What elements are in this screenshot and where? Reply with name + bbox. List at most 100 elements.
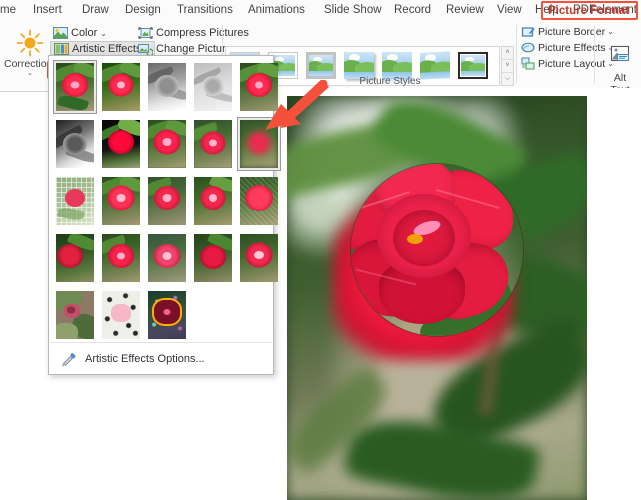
artistic-effect-item[interactable] [99,117,143,171]
effect-thumbnail-chalk-sketch [56,120,94,168]
picture-border-label: Picture Border [538,26,605,38]
color-button[interactable]: Color ⌄ [50,25,110,41]
effect-thumbnail-paint-brush [148,120,186,168]
artistic-effect-item[interactable] [99,174,143,228]
effect-thumbnail-cutout [56,291,94,339]
effect-thumbnail-pencil-sketch [194,63,232,111]
artistic-effect-item[interactable] [99,231,143,285]
effect-thumbnail-glass [194,120,232,168]
artistic-effect-item[interactable] [237,231,281,285]
powerpoint-window: me Insert Draw Design Transitions Animat… [0,0,641,500]
tab-record[interactable]: Record [394,3,431,18]
tab-picture-format[interactable]: Picture Format [548,4,629,19]
artistic-effect-item[interactable] [145,174,189,228]
effect-thumbnail-pencil-grayscale [148,63,186,111]
picture-effects-icon [521,41,535,54]
group-separator-styles [516,25,517,83]
tab-home[interactable]: me [0,3,16,18]
scroll-more-button[interactable]: ⌵ [502,73,513,85]
effect-thumbnail-mosaic-bubbles [56,177,94,225]
picture-styles-group-label: Picture Styles [330,76,450,87]
artistic-effects-label: Artistic Effects [72,43,141,55]
hibiscus-flower-photo[interactable] [287,96,587,500]
style-preview-icon [382,52,412,79]
artistic-effects-options-label: Artistic Effects Options... [85,353,205,365]
slide-canvas[interactable] [274,88,641,500]
effect-thumbnail-texturizer [148,234,186,282]
picture-layout-label: Picture Layout [538,58,605,70]
effect-thumbnail-line-drawing [240,63,278,111]
artistic-effect-item[interactable] [53,60,97,114]
tab-animations[interactable]: Animations [248,3,305,18]
artistic-effects-icon [54,42,69,56]
effect-thumbnail-crisscross-etching [240,177,278,225]
artistic-effect-item[interactable] [99,60,143,114]
change-picture-icon [138,42,153,56]
effect-thumbnail-light-screen [148,291,186,339]
picture-styles-scrollbar[interactable]: ˄ ˅ ⌵ [501,46,514,86]
artistic-effects-dropdown[interactable]: Artistic Effects Options... [48,55,274,375]
group-separator-accessibility [594,25,595,83]
effect-thumbnail-none [56,63,94,111]
effect-thumbnail-film-grain [194,234,232,282]
artistic-effect-item[interactable] [53,117,97,171]
chevron-down-icon: ⌄ [100,29,107,38]
artistic-effect-item[interactable] [99,288,143,342]
picture-style-thumb-3[interactable] [306,52,336,79]
artistic-effect-item[interactable] [191,174,235,228]
artistic-effect-item[interactable] [145,117,189,171]
artistic-effects-options-item[interactable]: Artistic Effects Options... [50,343,272,374]
scroll-up-button[interactable]: ˄ [502,47,513,60]
style-preview-icon [461,55,485,76]
tab-review[interactable]: Review [446,3,484,18]
effect-thumbnail-watercolor-sponge [102,291,140,339]
effect-thumbnail-marker [102,63,140,111]
change-picture-label: Change Picture [156,43,232,55]
tab-view[interactable]: View [497,3,522,18]
artistic-effect-item[interactable] [53,231,97,285]
picture-style-thumb-5[interactable] [382,52,412,79]
tab-design[interactable]: Design [125,3,161,18]
artistic-effect-item[interactable] [53,174,97,228]
tab-draw[interactable]: Draw [82,3,109,18]
picture-style-thumb-4[interactable] [344,52,374,79]
color-picture-icon [53,26,68,40]
picture-border-button[interactable]: Picture Border ⌄ [521,24,614,39]
picture-style-thumb-7[interactable] [458,52,488,79]
sharp-background [350,163,524,337]
compress-pictures-icon [138,26,153,40]
tab-slide-show[interactable]: Slide Show [324,3,382,18]
effect-thumbnail-glow-diffused [102,177,140,225]
alt-text-icon [607,54,633,71]
effect-thumbnail-paint-strokes [102,120,140,168]
artistic-effect-item[interactable] [191,60,235,114]
compress-pictures-button[interactable]: Compress Pictures [135,25,252,41]
sharpened-circle-region [350,163,524,337]
artistic-effect-item[interactable] [191,117,235,171]
artistic-effect-item[interactable] [237,174,281,228]
effect-thumbnail-glow-edges [102,234,140,282]
style-preview-icon [344,52,374,79]
color-label: Color [71,27,97,39]
artistic-effect-item[interactable] [145,60,189,114]
artistic-effect-item[interactable] [145,231,189,285]
scroll-down-button[interactable]: ˅ [502,60,513,73]
tab-transitions[interactable]: Transitions [177,3,233,18]
picture-border-icon [521,25,535,38]
effect-thumbnail-plastic-wrap [56,234,94,282]
picture-layout-icon [521,57,535,70]
effect-thumbnail-photocopy [240,234,278,282]
style-preview-icon [309,55,333,76]
compress-pictures-label: Compress Pictures [156,27,249,39]
artistic-effect-item[interactable] [145,288,189,342]
effect-thumbnail-blur [240,120,278,168]
artistic-effect-item[interactable] [237,117,281,171]
artistic-effect-item[interactable] [53,288,97,342]
brightness-sun-icon [15,28,45,58]
picture-effects-label: Picture Effects [538,42,606,54]
effect-thumbnail-cement [148,177,186,225]
effect-thumbnail-pastels-smooth [194,177,232,225]
artistic-effect-item[interactable] [191,231,235,285]
tab-insert[interactable]: Insert [33,3,62,18]
artistic-effect-item[interactable] [237,60,281,114]
